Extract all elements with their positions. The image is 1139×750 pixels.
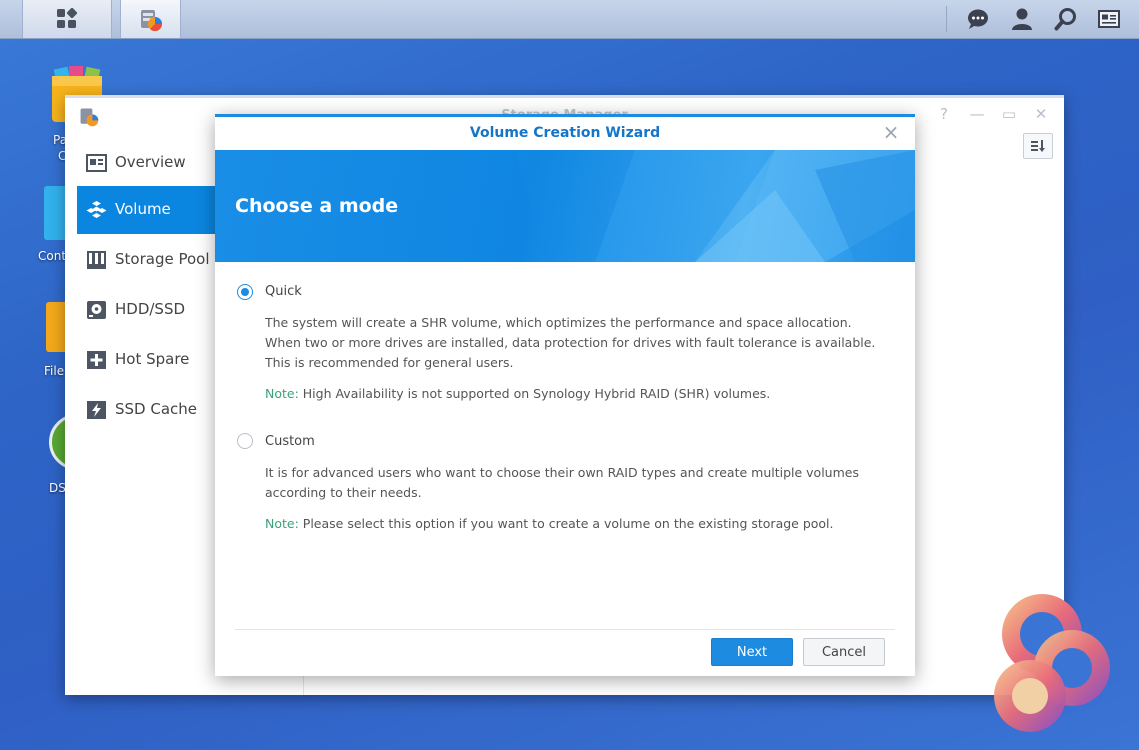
overview-icon bbox=[86, 154, 107, 172]
desktop-icon-label: File bbox=[44, 364, 65, 378]
chat-bubble-icon[interactable] bbox=[966, 7, 990, 31]
custom-mode-note: Note: Please select this option if you w… bbox=[265, 514, 880, 534]
sidebar-item-label: Hot Spare bbox=[115, 350, 190, 368]
taskbar bbox=[0, 0, 1139, 39]
custom-mode-label[interactable]: Custom bbox=[265, 434, 315, 449]
sort-icon bbox=[1031, 140, 1045, 152]
quick-mode-radio[interactable] bbox=[237, 284, 253, 300]
cancel-button[interactable]: Cancel bbox=[803, 638, 885, 666]
note-label: Note: bbox=[265, 386, 299, 401]
help-icon[interactable]: ? bbox=[936, 106, 952, 122]
grid-icon bbox=[57, 8, 78, 28]
next-button[interactable]: Next bbox=[711, 638, 793, 666]
close-icon[interactable]: × bbox=[881, 122, 901, 142]
note-text: Please select this option if you want to… bbox=[298, 516, 834, 531]
close-icon[interactable]: ✕ bbox=[1033, 106, 1049, 122]
desktop-icon-label: Cont bbox=[38, 249, 67, 263]
storage-manager-icon bbox=[141, 10, 163, 32]
note-label: Note: bbox=[265, 516, 299, 531]
ssd-cache-icon bbox=[87, 401, 106, 419]
watermark-logo bbox=[994, 594, 1110, 732]
wizard-banner: Choose a mode bbox=[215, 150, 915, 262]
storage-pool-icon bbox=[87, 251, 106, 269]
minimize-icon[interactable]: — bbox=[969, 106, 985, 122]
quick-mode-label[interactable]: Quick bbox=[265, 284, 302, 299]
sort-button[interactable] bbox=[1023, 133, 1053, 159]
sidebar-item-label: HDD/SSD bbox=[115, 300, 186, 318]
storage-manager-taskbar-button[interactable] bbox=[120, 0, 181, 38]
maximize-icon[interactable]: ▭ bbox=[1001, 106, 1017, 122]
desktop-icon-label: DS bbox=[49, 481, 66, 495]
footer-divider bbox=[235, 629, 895, 630]
user-icon[interactable] bbox=[1010, 7, 1034, 31]
dialog-title: Volume Creation Wizard bbox=[469, 125, 661, 141]
quick-mode-description: The system will create a SHR volume, whi… bbox=[265, 315, 876, 370]
sidebar-item-label: Volume bbox=[115, 200, 171, 218]
main-menu-button[interactable] bbox=[22, 0, 112, 38]
wizard-step-title: Choose a mode bbox=[235, 195, 399, 217]
hdd-icon bbox=[87, 301, 106, 319]
note-text: High Availability is not supported on Sy… bbox=[298, 386, 771, 401]
custom-mode-description: It is for advanced users who want to cho… bbox=[265, 465, 859, 500]
custom-mode-radio[interactable] bbox=[237, 433, 253, 449]
volume-icon bbox=[86, 201, 107, 218]
widgets-icon[interactable] bbox=[1097, 7, 1121, 31]
search-icon[interactable] bbox=[1054, 7, 1078, 31]
sidebar-item-label: Storage Pool bbox=[115, 250, 210, 268]
taskbar-separator bbox=[946, 6, 947, 32]
volume-creation-wizard-dialog: Volume Creation Wizard × Choose a mode Q… bbox=[215, 114, 915, 676]
hot-spare-icon bbox=[87, 351, 106, 369]
quick-mode-note: Note: High Availability is not supported… bbox=[265, 384, 880, 404]
sidebar-item-label: SSD Cache bbox=[115, 400, 198, 418]
sidebar-item-label: Overview bbox=[115, 153, 186, 171]
